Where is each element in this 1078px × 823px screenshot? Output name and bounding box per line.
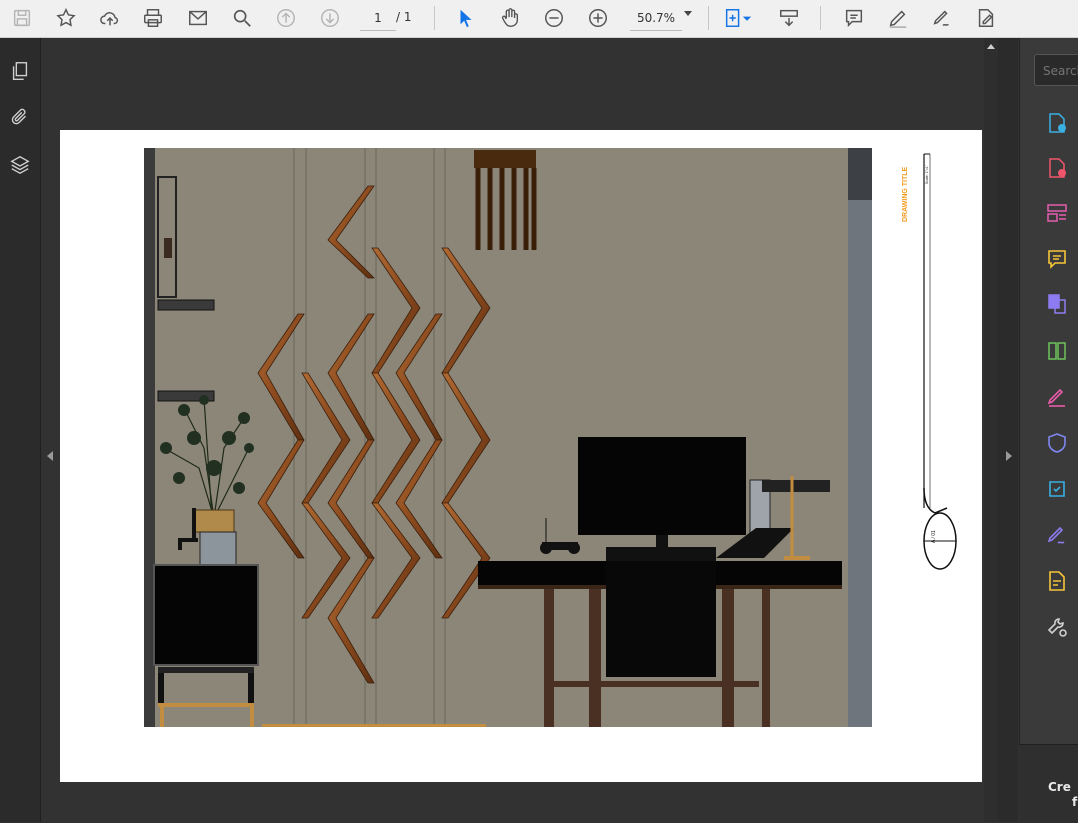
- organize-pages-icon[interactable]: [1044, 338, 1070, 364]
- page-total-label: / 1: [396, 10, 412, 24]
- toolbar-divider: [434, 6, 435, 30]
- attachments-icon[interactable]: [8, 105, 32, 129]
- comment-tool-icon[interactable]: [1044, 246, 1070, 272]
- fit-page-dropdown-icon[interactable]: [740, 4, 754, 32]
- page-number-input[interactable]: [360, 6, 396, 31]
- comment-icon[interactable]: [840, 4, 868, 32]
- drawing-title-label: DRAWING TITLE: [902, 166, 909, 222]
- bookmark-star-icon[interactable]: [52, 4, 80, 32]
- send-comments-icon[interactable]: [1044, 568, 1070, 594]
- promo-text[interactable]: Cre f: [1048, 780, 1078, 810]
- edit-pdf-icon[interactable]: [1044, 200, 1070, 226]
- scale-label: Scale: 1"=1': [925, 165, 929, 184]
- select-cursor-icon[interactable]: [452, 4, 480, 32]
- collapse-left-panel-icon[interactable]: [47, 451, 53, 461]
- zoom-level-input[interactable]: [630, 6, 682, 31]
- layers-icon[interactable]: [8, 153, 32, 177]
- promo-line-2: f: [1072, 795, 1078, 809]
- protect-icon[interactable]: [1044, 430, 1070, 456]
- zoom-out-icon[interactable]: [540, 4, 568, 32]
- more-tools-icon[interactable]: [1044, 614, 1070, 640]
- zoom-search-icon[interactable]: [228, 4, 256, 32]
- frame-object: [164, 238, 172, 258]
- grey-vase: [199, 531, 237, 567]
- elevation-drawing: [144, 148, 872, 727]
- floor-rug-edge: [262, 724, 486, 727]
- request-signature-icon[interactable]: [1044, 522, 1070, 548]
- zoom-dropdown-chevron-icon[interactable]: [684, 11, 692, 16]
- scan-ocr-icon[interactable]: [1044, 476, 1070, 502]
- page-thumbnails-icon[interactable]: [8, 59, 32, 83]
- export-pdf-icon[interactable]: [1044, 110, 1070, 136]
- scroll-mode-icon[interactable]: [775, 4, 803, 32]
- highlight-pen-icon[interactable]: [884, 4, 912, 32]
- toolbar-divider: [820, 6, 821, 30]
- vertical-scrollbar[interactable]: [984, 38, 998, 822]
- create-pdf-icon[interactable]: [1044, 155, 1070, 181]
- page-down-icon[interactable]: [316, 4, 344, 32]
- email-icon[interactable]: [184, 4, 212, 32]
- scroll-up-arrow-icon[interactable]: [987, 44, 995, 49]
- upload-cloud-icon[interactable]: [96, 4, 124, 32]
- promo-line-1: Cre: [1048, 780, 1071, 794]
- print-icon[interactable]: [139, 4, 167, 32]
- top-toolbar: / 1: [0, 0, 1078, 38]
- tools-search-input[interactable]: [1035, 55, 1078, 87]
- right-panel-gutter: [998, 38, 1018, 822]
- zoom-in-icon[interactable]: [584, 4, 612, 32]
- upper-shelf: [157, 299, 215, 311]
- left-navigation-rail: [0, 38, 41, 822]
- title-block: DRAWING TITLE Scale: 1"=1' A / 01: [902, 153, 957, 570]
- page-up-icon[interactable]: [272, 4, 300, 32]
- right-column-cap: [848, 148, 872, 200]
- hand-pan-icon[interactable]: [496, 4, 524, 32]
- tools-search-field[interactable]: [1034, 54, 1078, 87]
- toolbar-divider: [708, 6, 709, 30]
- save-icon[interactable]: [8, 4, 36, 32]
- sign-icon[interactable]: [928, 4, 956, 32]
- fill-sign-tool-icon[interactable]: [1044, 384, 1070, 410]
- combine-files-icon[interactable]: [1044, 291, 1070, 317]
- right-column: [848, 148, 872, 727]
- collapse-right-panel-icon[interactable]: [1006, 451, 1012, 461]
- section-tag-label: A / 01: [931, 530, 937, 543]
- fill-sign-icon[interactable]: [972, 4, 1000, 32]
